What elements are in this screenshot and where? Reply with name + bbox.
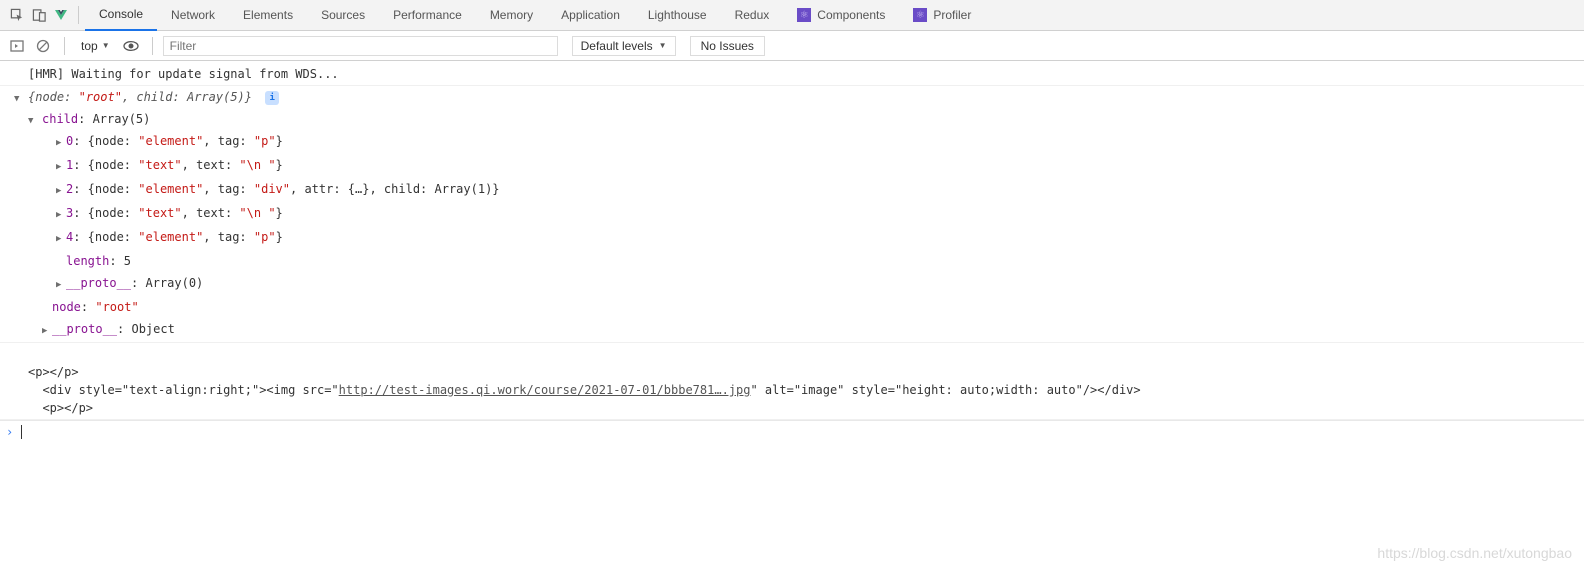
console-output: [HMR] Waiting for update signal from WDS… — [0, 61, 1584, 443]
devtools-tabbar: Console Network Elements Sources Perform… — [0, 0, 1584, 31]
tab-performance[interactable]: Performance — [379, 0, 476, 31]
prop-value: : 5 — [109, 254, 131, 268]
log-levels-label: Default levels — [581, 39, 653, 53]
object-property[interactable]: ▼ child: Array(5) — [0, 108, 1584, 130]
context-label: top — [81, 39, 98, 53]
caret-right-icon[interactable]: ▶ — [56, 230, 66, 248]
tab-label: Console — [99, 7, 143, 21]
vue-devtools-icon[interactable] — [50, 4, 72, 26]
tab-label: Elements — [243, 8, 293, 22]
separator — [78, 6, 79, 24]
url-link[interactable]: http://test-images.qi.work/course/2021-0… — [339, 383, 751, 397]
caret-right-icon[interactable]: ▶ — [56, 182, 66, 200]
inspect-icon[interactable] — [6, 4, 28, 26]
tab-elements[interactable]: Elements — [229, 0, 307, 31]
console-prompt[interactable]: › — [0, 420, 1584, 443]
no-issues-button[interactable]: No Issues — [690, 36, 765, 56]
array-item[interactable]: ▶3: {node: "text", text: "\n "} — [0, 202, 1584, 226]
prop-name: child — [42, 112, 78, 126]
array-item[interactable]: ▶1: {node: "text", text: "\n "} — [0, 154, 1584, 178]
console-toolbar: top ▼ Default levels ▼ No Issues — [0, 31, 1584, 61]
context-selector[interactable]: top ▼ — [75, 36, 116, 56]
prop-name: length — [66, 254, 109, 268]
tab-console[interactable]: Console — [85, 0, 157, 31]
caret-right-icon[interactable]: ▶ — [56, 134, 66, 152]
caret-down-icon[interactable]: ▼ — [14, 90, 19, 108]
prop-value: "root" — [95, 300, 138, 314]
prop-name: __proto__ — [66, 276, 131, 290]
separator — [64, 37, 65, 55]
object-summary: {node: "root", child: Array(5)} — [28, 90, 259, 104]
object-property: node: "root" — [0, 296, 1584, 318]
prop-name: __proto__ — [52, 322, 117, 336]
tab-label: Sources — [321, 8, 365, 22]
tab-memory[interactable]: Memory — [476, 0, 547, 31]
log-text: <p></p> — [28, 365, 79, 379]
tab-lighthouse[interactable]: Lighthouse — [634, 0, 721, 31]
tab-redux[interactable]: Redux — [721, 0, 784, 31]
caret-right-icon[interactable]: ▶ — [56, 276, 66, 294]
object-property: length: 5 — [0, 250, 1584, 272]
log-line[interactable]: [HMR] Waiting for update signal from WDS… — [0, 63, 1584, 86]
log-text: " alt="image" style="height: auto;width:… — [750, 383, 1140, 397]
caret-right-icon[interactable]: ▶ — [42, 322, 52, 340]
caret-right-icon[interactable]: ▶ — [56, 206, 66, 224]
array-item[interactable]: ▶2: {node: "element", tag: "div", attr: … — [0, 178, 1584, 202]
log-levels-select[interactable]: Default levels ▼ — [572, 36, 676, 56]
caret-down-icon[interactable]: ▼ — [28, 112, 33, 130]
prop-sep: : — [81, 300, 95, 314]
object-property[interactable]: ▶__proto__: Array(0) — [0, 272, 1584, 296]
no-issues-label: No Issues — [701, 39, 754, 53]
tab-label: Application — [561, 8, 620, 22]
sidebar-toggle-icon[interactable] — [6, 35, 28, 57]
log-line[interactable]: <p></p> <div style="text-align:right;"><… — [0, 343, 1584, 420]
react-icon: ⚛ — [797, 8, 811, 22]
log-text: [HMR] Waiting for update signal from WDS… — [28, 67, 339, 81]
prop-value: : Array(0) — [131, 276, 203, 290]
tab-label: Lighthouse — [648, 8, 707, 22]
chevron-down-icon: ▼ — [102, 41, 110, 50]
clear-console-icon[interactable] — [32, 35, 54, 57]
tab-label: Profiler — [933, 8, 971, 22]
tab-network[interactable]: Network — [157, 0, 229, 31]
prop-value: : Object — [117, 322, 175, 336]
log-text: <p></p> — [28, 401, 93, 415]
log-object[interactable]: ▼ {node: "root", child: Array(5)} i — [0, 86, 1584, 108]
info-icon[interactable]: i — [265, 91, 279, 105]
tab-label: Performance — [393, 8, 462, 22]
tab-label: Network — [171, 8, 215, 22]
tab-profiler[interactable]: ⚛ Profiler — [899, 0, 985, 31]
prompt-icon: › — [6, 425, 13, 439]
array-item[interactable]: ▶0: {node: "element", tag: "p"} — [0, 130, 1584, 154]
react-icon: ⚛ — [913, 8, 927, 22]
array-item[interactable]: ▶4: {node: "element", tag: "p"} — [0, 226, 1584, 250]
tab-label: Redux — [735, 8, 770, 22]
log-text: <div style="text-align:right;"><img src=… — [28, 383, 339, 397]
filter-input[interactable] — [163, 36, 558, 56]
object-property[interactable]: ▶__proto__: Object — [0, 318, 1584, 343]
prop-name: node — [52, 300, 81, 314]
tab-sources[interactable]: Sources — [307, 0, 379, 31]
tab-components[interactable]: ⚛ Components — [783, 0, 899, 31]
tab-label: Memory — [490, 8, 533, 22]
caret-right-icon[interactable]: ▶ — [56, 158, 66, 176]
chevron-down-icon: ▼ — [659, 41, 667, 50]
prop-value: : Array(5) — [78, 112, 150, 126]
separator — [152, 37, 153, 55]
live-expression-icon[interactable] — [120, 35, 142, 57]
tab-label: Components — [817, 8, 885, 22]
tab-application[interactable]: Application — [547, 0, 634, 31]
device-toggle-icon[interactable] — [28, 4, 50, 26]
watermark: https://blog.csdn.net/xutongbao — [1377, 545, 1572, 561]
text-cursor — [21, 425, 22, 439]
